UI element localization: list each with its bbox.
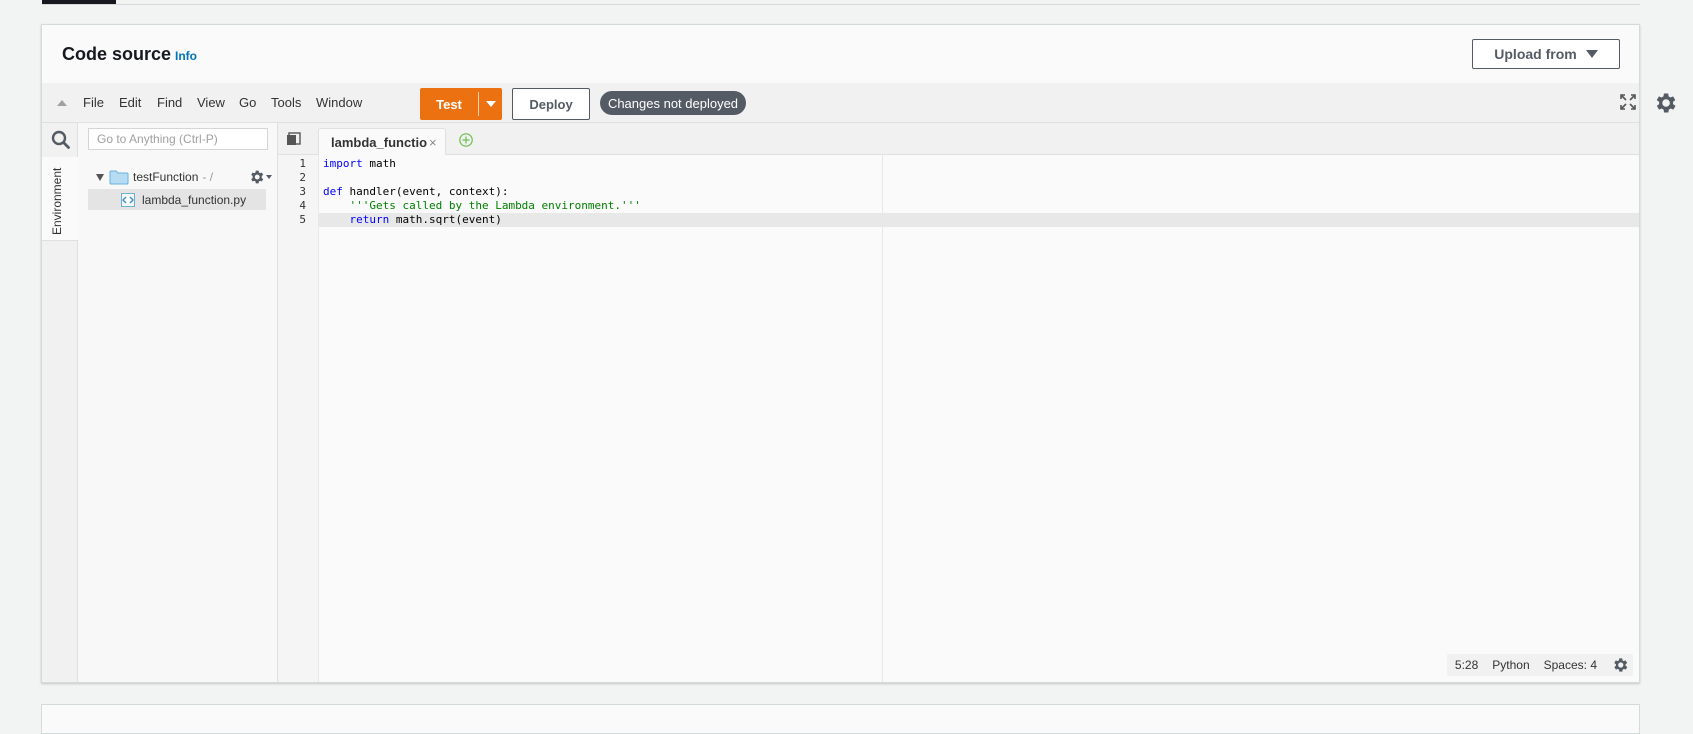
editor-tabbar: lambda_function ×: [278, 123, 1639, 155]
line-number: 5: [299, 213, 306, 226]
menu-edit[interactable]: Edit: [119, 95, 141, 110]
line-number: 2: [299, 171, 306, 184]
changes-not-deployed-badge: Changes not deployed: [600, 91, 746, 115]
go-to-anything-input[interactable]: [88, 128, 268, 150]
environment-tab-label: Environment: [50, 167, 64, 235]
folder-icon: [109, 170, 129, 185]
line-number: 4: [299, 199, 306, 212]
environment-rail: Environment: [42, 123, 78, 682]
line-number-gutter: 1 2 3 4 5: [278, 155, 319, 682]
print-margin: [882, 155, 883, 682]
ide-menubar: File Edit Find View Go Tools Window Test…: [42, 83, 1676, 123]
expand-toggle-icon[interactable]: [96, 173, 104, 181]
next-panel: [41, 704, 1640, 734]
gear-icon[interactable]: [1611, 656, 1629, 674]
editor-tab-label: lambda_function: [331, 134, 427, 150]
upload-from-button[interactable]: Upload from: [1472, 39, 1620, 69]
menu-go[interactable]: Go: [239, 95, 256, 110]
python-file-icon: [121, 192, 135, 207]
tree-root-folder[interactable]: testFunction - /: [96, 167, 276, 187]
panel-title: Code source: [62, 44, 172, 64]
indent-setting[interactable]: Spaces: 4: [1544, 658, 1597, 672]
test-button[interactable]: Test: [420, 88, 502, 120]
collapse-up-icon[interactable]: [57, 100, 67, 106]
deploy-button[interactable]: Deploy: [512, 88, 590, 120]
code-line-3: def handler(event, context):: [323, 185, 509, 198]
code-editor[interactable]: 1 2 3 4 5 import math def handler(event,…: [278, 155, 1639, 682]
menu-window[interactable]: Window: [316, 95, 362, 110]
tree-root-path: - /: [202, 170, 214, 184]
line-number: 1: [299, 157, 306, 170]
line-number: 3: [299, 185, 306, 198]
tree-file-lambda-function[interactable]: lambda_function.py: [88, 189, 266, 210]
upload-from-label: Upload from: [1494, 46, 1577, 62]
gear-icon[interactable]: [1652, 90, 1678, 116]
cursor-position[interactable]: 5:28: [1455, 658, 1478, 672]
editor-statusbar: 5:28 Python Spaces: 4: [1446, 654, 1633, 676]
close-tab-icon[interactable]: ×: [429, 135, 437, 150]
file-tree-panel: testFunction - / lambda_function.py: [51, 123, 278, 682]
caret-down-icon: [485, 101, 496, 107]
tree-file-label: lambda_function.py: [142, 192, 247, 207]
menu-view[interactable]: View: [197, 95, 225, 110]
code-source-panel: Code source Info Upload from File Edit F…: [41, 24, 1676, 683]
test-dropdown-button[interactable]: [479, 88, 502, 120]
menu-file[interactable]: File: [83, 95, 104, 110]
search-icon[interactable]: [50, 129, 72, 151]
page-tab-strip: [42, 0, 1640, 5]
language-mode[interactable]: Python: [1492, 658, 1529, 672]
test-button-label: Test: [436, 96, 462, 112]
info-link[interactable]: Info: [175, 49, 197, 63]
active-tab-indicator: [42, 0, 116, 4]
caret-down-icon: [1585, 50, 1598, 58]
code-line-1: import math: [323, 157, 396, 170]
panel-header: Code source Info Upload from: [42, 25, 1639, 83]
plus-circle-icon[interactable]: [458, 132, 474, 148]
editor-tab-lambda-function[interactable]: lambda_function ×: [318, 128, 446, 155]
cloud9-ide: File Edit Find View Go Tools Window Test…: [42, 83, 1676, 682]
gear-icon[interactable]: [248, 168, 274, 186]
tree-root-label: testFunction: [133, 170, 199, 184]
panes-icon[interactable]: [286, 132, 302, 146]
menu-find[interactable]: Find: [157, 95, 182, 110]
menu-tools[interactable]: Tools: [271, 95, 301, 110]
environment-tab[interactable]: Environment: [42, 157, 78, 241]
code-line-4: '''Gets called by the Lambda environment…: [349, 199, 641, 212]
fullscreen-icon[interactable]: [1619, 93, 1637, 111]
code-line-5: return math.sqrt(event): [349, 213, 502, 226]
